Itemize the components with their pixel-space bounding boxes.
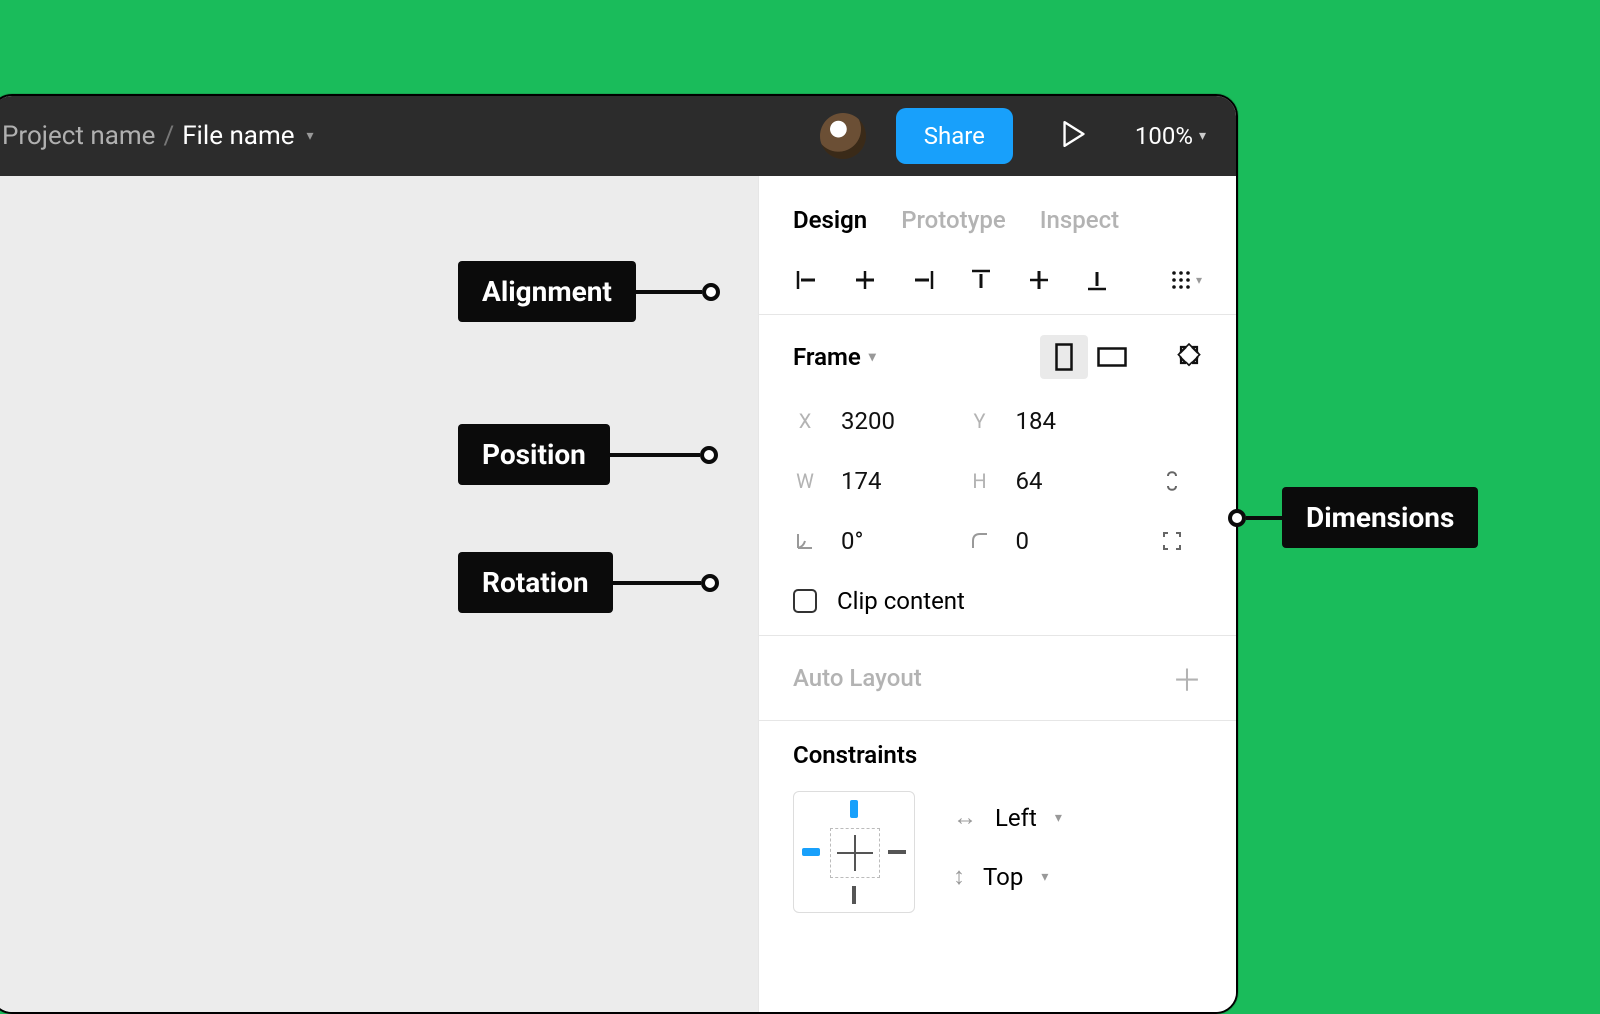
radius-value: 0 xyxy=(1016,527,1030,555)
vertical-arrow-icon: ↕ xyxy=(953,862,965,891)
callout-label: Dimensions xyxy=(1282,487,1478,548)
callout-label: Alignment xyxy=(458,261,636,322)
chevron-down-icon: ▾ xyxy=(1041,869,1048,885)
distribute-more-icon[interactable]: ▾ xyxy=(1170,269,1202,291)
file-name[interactable]: File name xyxy=(182,121,294,151)
chevron-down-icon: ▾ xyxy=(1196,273,1202,287)
callout-rotation: Rotation xyxy=(458,552,719,613)
play-icon[interactable] xyxy=(1063,121,1085,151)
resize-to-fit-icon[interactable] xyxy=(1176,342,1202,372)
y-label: Y xyxy=(968,409,992,433)
auto-layout-section: Auto Layout ＋ xyxy=(759,635,1236,720)
auto-layout-label: Auto Layout xyxy=(793,664,922,692)
constraints-section: Constraints ↔ Left ▾ xyxy=(759,720,1236,933)
top-bar: Project name / File name ▾ Share 100% ▾ xyxy=(0,96,1236,176)
constraints-title: Constraints xyxy=(793,741,1202,769)
angle-icon xyxy=(793,531,817,551)
properties-panel: Design Prototype Inspect ▾ xyxy=(758,176,1236,1012)
frame-section: Frame ▾ X 3200 Y 184 W 174 xyxy=(759,314,1236,635)
callout-position: Position xyxy=(458,424,718,485)
alignment-section: ▾ xyxy=(759,256,1236,314)
x-value: 3200 xyxy=(841,407,895,435)
independent-corners-icon[interactable] xyxy=(1142,530,1202,552)
x-field[interactable]: X 3200 xyxy=(793,407,968,435)
callout-alignment: Alignment xyxy=(458,261,720,322)
callout-dimensions: Dimensions xyxy=(1228,487,1478,548)
rotation-value: 0° xyxy=(841,527,863,555)
width-field[interactable]: W 174 xyxy=(793,467,968,495)
zoom-value: 100% xyxy=(1135,122,1193,150)
avatar[interactable] xyxy=(820,113,866,159)
constraint-horizontal-select[interactable]: ↔ Left ▾ xyxy=(953,803,1062,832)
corner-radius-field[interactable]: 0 xyxy=(968,527,1143,555)
orientation-group xyxy=(1040,335,1136,379)
constraint-h-value: Left xyxy=(995,804,1037,832)
horizontal-arrow-icon: ↔ xyxy=(953,803,977,832)
constraint-v-value: Top xyxy=(983,863,1023,891)
h-label: H xyxy=(968,469,992,493)
breadcrumb-separator: / xyxy=(163,121,174,151)
callout-label: Position xyxy=(458,424,610,485)
orientation-landscape-icon[interactable] xyxy=(1088,335,1136,379)
panel-tabs: Design Prototype Inspect xyxy=(759,176,1236,256)
h-value: 64 xyxy=(1016,467,1043,495)
align-top-icon[interactable] xyxy=(967,266,995,294)
clip-content-label: Clip content xyxy=(837,587,965,615)
align-right-icon[interactable] xyxy=(909,266,937,294)
clip-content-toggle[interactable]: Clip content xyxy=(793,587,1202,615)
zoom-level[interactable]: 100% ▾ xyxy=(1135,122,1206,150)
constraint-vertical-select[interactable]: ↕ Top ▾ xyxy=(953,862,1062,891)
project-name[interactable]: Project name xyxy=(2,121,155,151)
add-auto-layout-icon[interactable]: ＋ xyxy=(1172,656,1202,700)
frame-dropdown[interactable]: Frame ▾ xyxy=(793,343,876,371)
align-v-center-icon[interactable] xyxy=(1025,266,1053,294)
tab-design[interactable]: Design xyxy=(793,206,867,234)
y-field[interactable]: Y 184 xyxy=(968,407,1143,435)
tab-inspect[interactable]: Inspect xyxy=(1040,206,1119,234)
height-field[interactable]: H 64 xyxy=(968,467,1143,495)
tab-prototype[interactable]: Prototype xyxy=(901,206,1006,234)
chevron-down-icon: ▾ xyxy=(1055,810,1062,826)
x-label: X xyxy=(793,409,817,433)
share-button[interactable]: Share xyxy=(896,108,1013,164)
corner-radius-icon xyxy=(968,531,992,551)
constrain-proportions-icon[interactable] xyxy=(1142,467,1202,495)
chevron-down-icon[interactable]: ▾ xyxy=(307,128,314,144)
chevron-down-icon: ▾ xyxy=(869,349,876,365)
constraints-widget[interactable] xyxy=(793,791,915,913)
align-bottom-icon[interactable] xyxy=(1083,266,1111,294)
y-value: 184 xyxy=(1016,407,1056,435)
rotation-field[interactable]: 0° xyxy=(793,527,968,555)
align-h-center-icon[interactable] xyxy=(851,266,879,294)
checkbox-icon xyxy=(793,589,817,613)
orientation-portrait-icon[interactable] xyxy=(1040,335,1088,379)
breadcrumb[interactable]: Project name / File name ▾ xyxy=(2,121,314,151)
align-left-icon[interactable] xyxy=(793,266,821,294)
w-label: W xyxy=(793,469,817,493)
chevron-down-icon: ▾ xyxy=(1199,128,1206,144)
frame-label-text: Frame xyxy=(793,343,861,371)
w-value: 174 xyxy=(841,467,881,495)
callout-label: Rotation xyxy=(458,552,613,613)
